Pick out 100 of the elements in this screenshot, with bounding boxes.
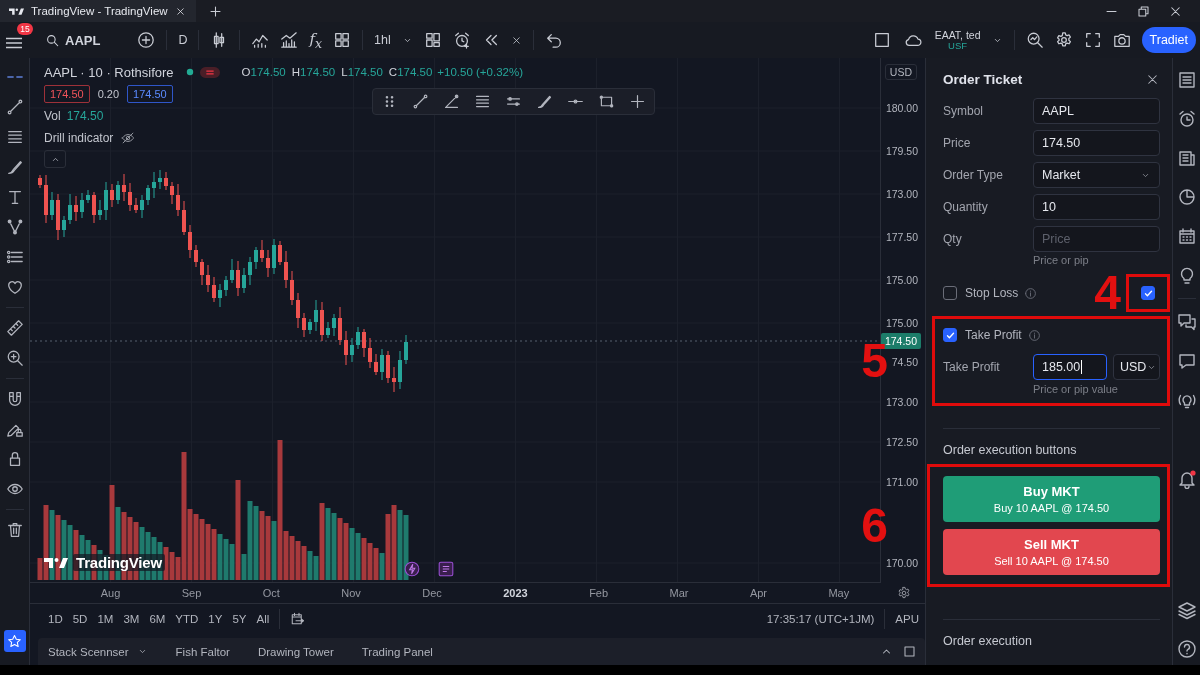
- range-button[interactable]: 1M: [97, 612, 114, 625]
- price-label: 172.50: [885, 435, 918, 449]
- settings-icon[interactable]: [897, 586, 911, 600]
- currency-label[interactable]: USD: [884, 64, 917, 80]
- range-button[interactable]: 6M: [149, 612, 166, 625]
- range-button[interactable]: 5Y: [232, 612, 247, 625]
- horizontal-lines-icon[interactable]: [5, 128, 24, 146]
- layers-icon[interactable]: [1176, 600, 1197, 620]
- restore-icon[interactable]: [1136, 3, 1151, 19]
- eye-off-icon[interactable]: [121, 131, 136, 145]
- field-label: Quantity: [943, 200, 989, 214]
- ohlc-label: O: [241, 66, 251, 78]
- fullscreen-icon[interactable]: [1083, 31, 1102, 49]
- formula-button[interactable]: f$_{x}$: [309, 29, 323, 51]
- time-label: Dec: [422, 587, 442, 599]
- time-label: Mar: [669, 587, 689, 599]
- price-label: 74.50: [891, 355, 918, 369]
- range-button[interactable]: 5D: [72, 612, 88, 625]
- symbol-search[interactable]: AAPL: [45, 32, 101, 48]
- horizontal-lines-icon[interactable]: [474, 93, 491, 110]
- list-icon[interactable]: [5, 248, 24, 266]
- angle-line-icon[interactable]: [443, 93, 460, 110]
- news-icon[interactable]: [1176, 148, 1197, 168]
- ohlc-label: L: [341, 66, 348, 78]
- heart-icon[interactable]: [5, 278, 24, 296]
- input-field[interactable]: 174.50: [1033, 130, 1160, 156]
- undo-icon[interactable]: [544, 31, 563, 49]
- price-change: +10.50 (+0.32%): [437, 66, 523, 78]
- magnifier-icon[interactable]: [1025, 31, 1044, 49]
- close-icon[interactable]: [174, 5, 186, 17]
- zoom-in-icon[interactable]: [5, 349, 24, 367]
- help-icon[interactable]: [1176, 639, 1197, 659]
- select-field[interactable]: Market: [1033, 162, 1160, 188]
- checkbox[interactable]: [1141, 286, 1155, 300]
- camera-icon[interactable]: [1112, 31, 1131, 49]
- cross-icon[interactable]: [629, 93, 646, 110]
- menu-icon[interactable]: [6, 37, 22, 49]
- close-icon[interactable]: [510, 34, 522, 46]
- price-label: 175.00: [885, 273, 918, 287]
- equals-icon: [199, 66, 220, 78]
- callout-number: 4: [1094, 269, 1121, 317]
- time-label: May: [828, 587, 850, 599]
- account-name[interactable]: EAAT, ted: [934, 28, 981, 41]
- lightning-icon[interactable]: [404, 561, 420, 577]
- field-hint: Price or pip: [1033, 254, 1090, 268]
- sell-price-button[interactable]: 174.50: [44, 85, 90, 103]
- panel-tab[interactable]: Fish Faltor: [165, 645, 240, 658]
- brush-icon[interactable]: [536, 93, 553, 110]
- ruler-icon[interactable]: [5, 319, 24, 337]
- alarm-plus-icon[interactable]: [452, 31, 471, 49]
- timeframe-button[interactable]: 1hl: [374, 33, 391, 47]
- time-label: Oct: [262, 587, 280, 599]
- input-field[interactable]: 10: [1033, 194, 1160, 220]
- section-heading: Order execution: [943, 634, 1033, 650]
- ohlc-label: C: [388, 66, 398, 78]
- checkbox[interactable]: [943, 286, 957, 300]
- grid-icon[interactable]: [333, 31, 352, 49]
- range-button[interactable]: All: [256, 612, 270, 625]
- field-label: Symbol: [943, 104, 984, 118]
- calendar-icon[interactable]: [1176, 226, 1197, 246]
- note-icon[interactable]: [438, 561, 454, 577]
- range-button[interactable]: 1D: [48, 612, 63, 625]
- layout-icon[interactable]: [423, 31, 442, 49]
- panel-tab[interactable]: Drawing Tower: [247, 645, 344, 658]
- volume-label: Vol: [44, 109, 61, 123]
- section-heading: Order execution buttons: [943, 443, 1078, 459]
- bar-chart-icon[interactable]: [280, 31, 299, 49]
- range-button[interactable]: 1Y: [208, 612, 223, 625]
- buy-price-button[interactable]: 174.50: [127, 85, 173, 103]
- input-field[interactable]: 185.00: [1033, 354, 1107, 380]
- range-button[interactable]: YTD: [175, 612, 199, 625]
- maximize-icon[interactable]: [902, 644, 917, 659]
- checkbox-label: Take Profit: [965, 328, 1022, 342]
- browser-tab[interactable]: TradingView - TradingView: [0, 0, 196, 22]
- chat-icon[interactable]: [1176, 312, 1197, 332]
- input-field[interactable]: AAPL: [1033, 98, 1160, 124]
- favorites-button[interactable]: [3, 630, 26, 652]
- bell-icon[interactable]: [1176, 469, 1197, 489]
- plus-icon[interactable]: [207, 3, 223, 19]
- interval-button[interactable]: D: [178, 33, 188, 47]
- trend-line-icon[interactable]: [5, 98, 24, 116]
- square-icon[interactable]: [872, 31, 891, 49]
- pie-chart-icon[interactable]: [1176, 187, 1197, 207]
- sell-button[interactable]: Sell MKT Sell 10 AAPL @ 174.50: [943, 529, 1160, 575]
- calendar-arrow-icon[interactable]: [290, 611, 306, 626]
- connected-points-icon[interactable]: [5, 218, 24, 236]
- trend-line-icon[interactable]: [412, 93, 429, 110]
- panel-tab[interactable]: Stack Scennser: [38, 645, 158, 658]
- trade-button[interactable]: Tradiet: [1141, 27, 1196, 53]
- time-label: Feb: [589, 587, 609, 599]
- comment-icon[interactable]: [1176, 351, 1197, 371]
- checkbox[interactable]: [943, 328, 957, 342]
- document-list-icon[interactable]: [1176, 70, 1197, 90]
- scale-button[interactable]: APU: [895, 612, 919, 625]
- panel-tab[interactable]: Trading Panel: [351, 645, 443, 658]
- trash-icon[interactable]: [5, 521, 24, 539]
- range-button[interactable]: 3M: [123, 612, 140, 625]
- settings-icon[interactable]: [1054, 31, 1073, 49]
- select-field[interactable]: USD: [1113, 354, 1160, 380]
- brush-icon[interactable]: [5, 158, 24, 176]
